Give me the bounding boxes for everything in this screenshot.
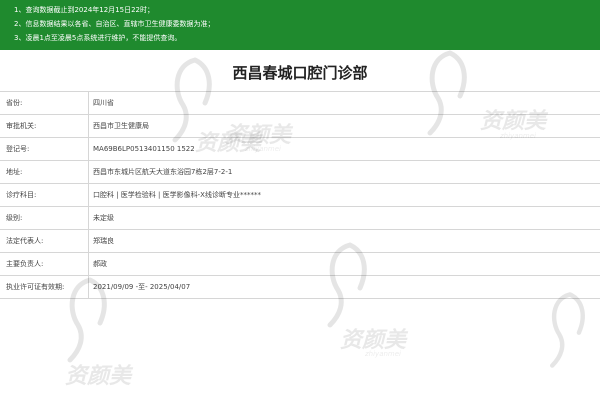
row-value: 未定级 bbox=[93, 214, 114, 222]
row-label: 执业许可证有效期: bbox=[6, 283, 65, 291]
table-row-province: 省份: 四川省 bbox=[0, 92, 600, 115]
info-table: 省份: 四川省 审批机关: 西昌市卫生健康局 登记号: MA69B6LP0513… bbox=[0, 91, 600, 299]
page-title: 西昌春城口腔门诊部 bbox=[232, 64, 368, 82]
watermark-face-icon bbox=[550, 292, 585, 368]
watermark-text: 资颜美 bbox=[65, 364, 132, 389]
row-value: 口腔科 | 医学检验科 | 医学影像科-X线诊断专业****** bbox=[93, 191, 261, 199]
watermark-text: 资颜美 bbox=[340, 328, 407, 353]
row-value: 四川省 bbox=[93, 99, 114, 107]
row-label: 地址: bbox=[6, 168, 23, 176]
notice-line-2: 2、信息数据结果以各省、自治区、直辖市卫生健康委数据为准； bbox=[14, 20, 215, 28]
row-value: 西昌市东城片区航天大道东浴园7栋2层7-2-1 bbox=[93, 168, 233, 176]
table-row-address: 地址: 西昌市东城片区航天大道东浴园7栋2层7-2-1 bbox=[0, 161, 600, 184]
table-row-legal-rep: 法定代表人: 郑瑞良 bbox=[0, 230, 600, 253]
table-row-principal: 主要负责人: 郝政 bbox=[0, 253, 600, 276]
row-value: 西昌市卫生健康局 bbox=[93, 122, 149, 130]
notice-banner: 1、查询数据截止到2024年12月15日22时； 2、信息数据结果以各省、自治区… bbox=[0, 0, 600, 50]
row-label: 登记号: bbox=[6, 145, 30, 153]
row-label: 主要负责人: bbox=[6, 260, 44, 268]
table-row-level: 级别: 未定级 bbox=[0, 207, 600, 230]
table-row-registration: 登记号: MA69B6LP0513401150 1522 bbox=[0, 138, 600, 161]
row-value: 2021/09/09 -至- 2025/04/07 bbox=[93, 283, 191, 291]
table-row-license-validity: 执业许可证有效期: 2021/09/09 -至- 2025/04/07 bbox=[0, 276, 600, 299]
row-label: 法定代表人: bbox=[6, 237, 44, 245]
row-label: 诊疗科目: bbox=[6, 191, 37, 199]
row-label: 省份: bbox=[6, 99, 23, 107]
row-label: 审批机关: bbox=[6, 122, 37, 130]
notice-line-3: 3、凌晨1点至凌晨5点系统进行维护，不能提供查询。 bbox=[14, 34, 182, 42]
row-value: 郝政 bbox=[93, 260, 107, 268]
notice-line-1: 1、查询数据截止到2024年12月15日22时； bbox=[14, 6, 154, 14]
column-divider bbox=[88, 91, 89, 298]
row-value: 郑瑞良 bbox=[93, 237, 114, 245]
watermark-sub: zhiyanmei bbox=[365, 350, 401, 358]
row-label: 级别: bbox=[6, 214, 23, 222]
table-row-departments: 诊疗科目: 口腔科 | 医学检验科 | 医学影像科-X线诊断专业****** bbox=[0, 184, 600, 207]
row-value: MA69B6LP0513401150 1522 bbox=[93, 145, 195, 153]
table-row-authority: 审批机关: 西昌市卫生健康局 bbox=[0, 115, 600, 138]
watermark bbox=[540, 290, 600, 370]
